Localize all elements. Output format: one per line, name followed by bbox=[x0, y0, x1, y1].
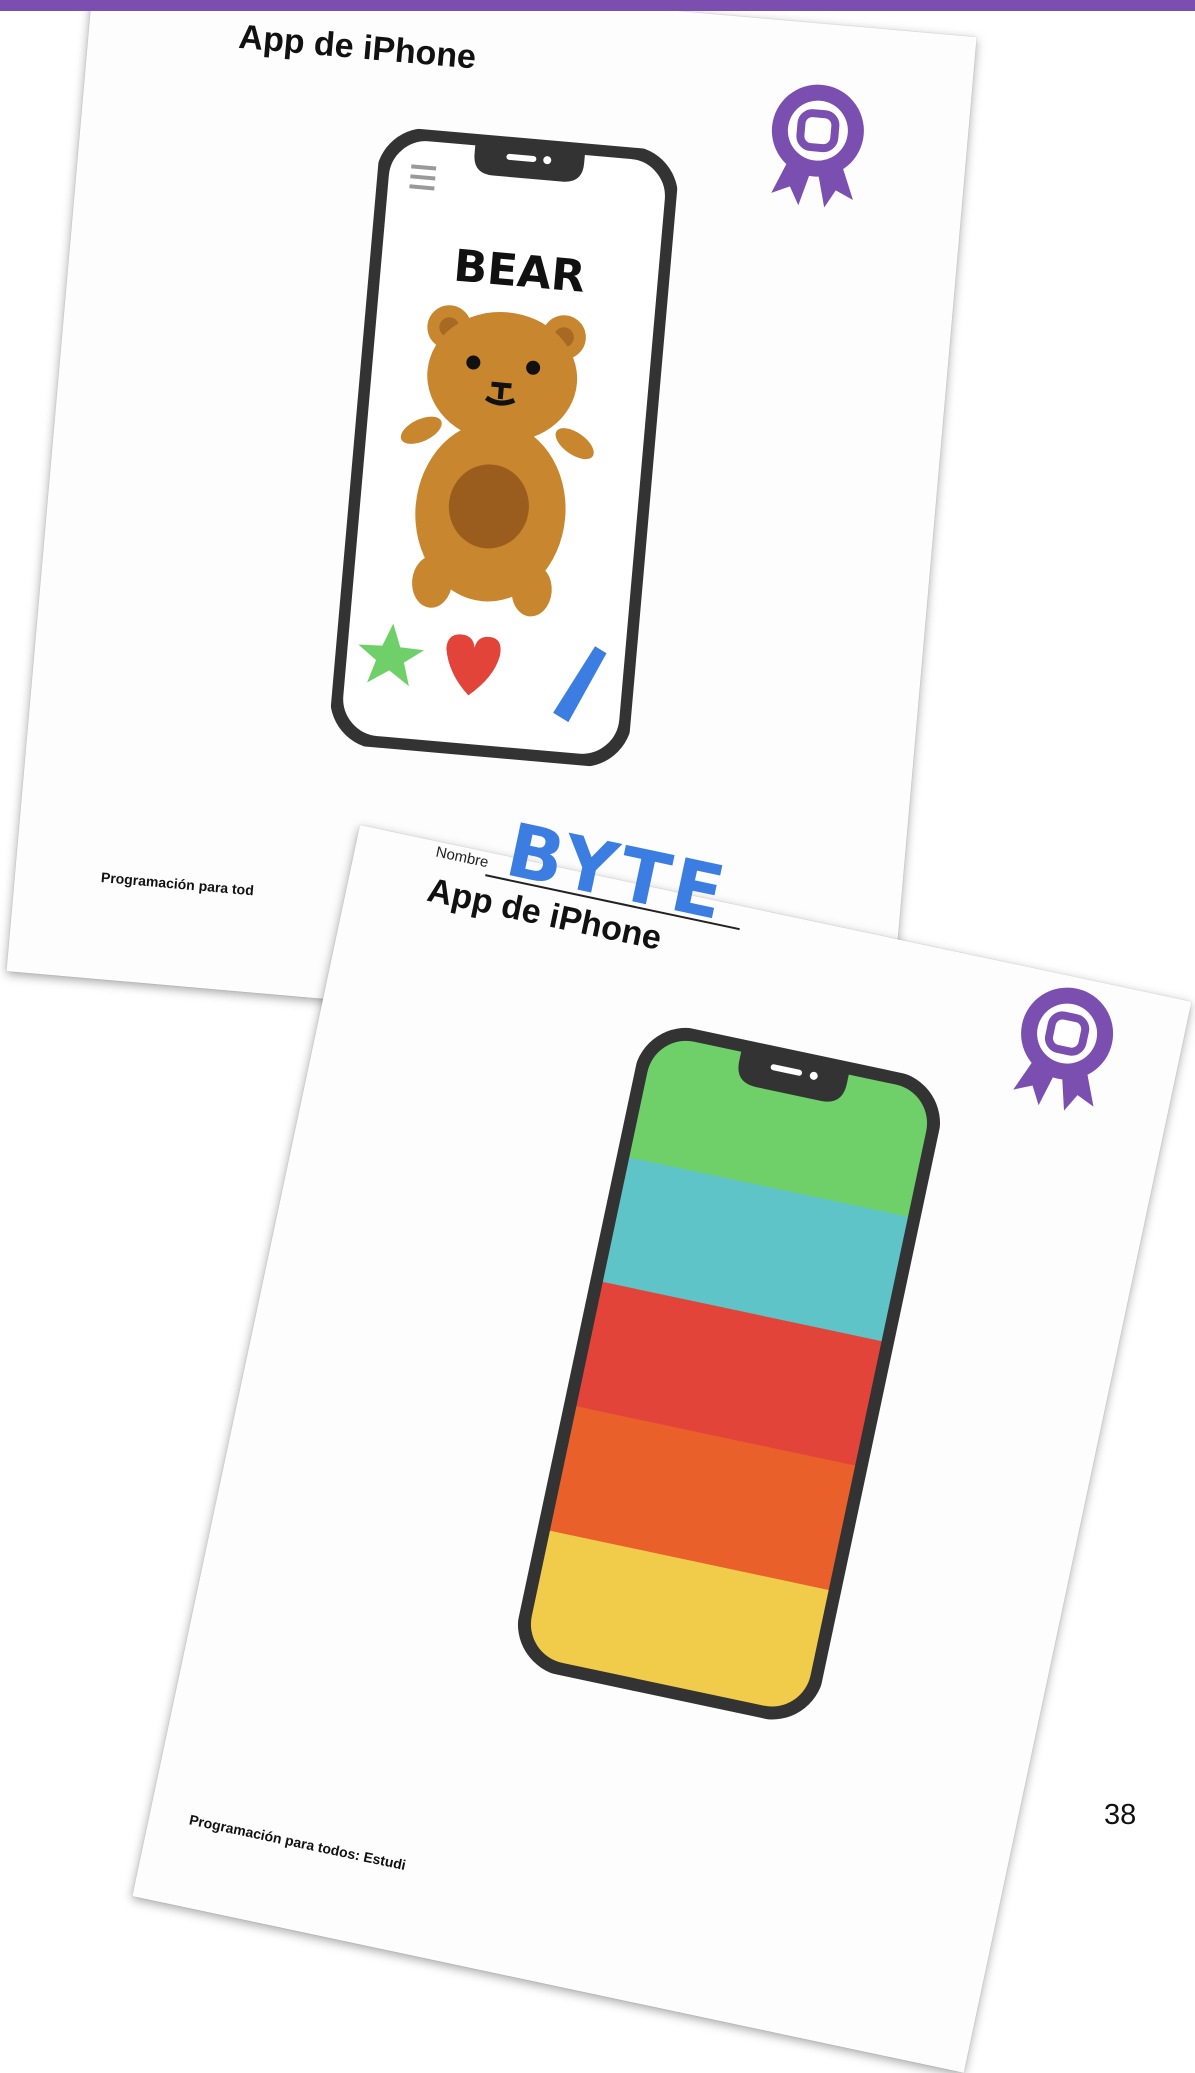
sheet-footer: Programación para todos: Estudi bbox=[187, 1811, 408, 1874]
award-ribbon-icon bbox=[771, 84, 864, 208]
award-ribbon-icon bbox=[1013, 987, 1114, 1111]
iphone-rainbow-drawing bbox=[517, 1027, 941, 1720]
rainbow-stripes bbox=[522, 1032, 935, 1715]
sheet-footer: Programación para tod bbox=[100, 869, 255, 899]
page-number: 38 bbox=[1104, 1799, 1137, 1831]
worksheet-front: Nombre BYTE App de iPhone Programación p… bbox=[132, 807, 1192, 2073]
top-brand-bar bbox=[0, 0, 1195, 11]
sheet-title: App de iPhone bbox=[237, 17, 478, 77]
iphone-drawing: BEAR bbox=[330, 128, 678, 767]
